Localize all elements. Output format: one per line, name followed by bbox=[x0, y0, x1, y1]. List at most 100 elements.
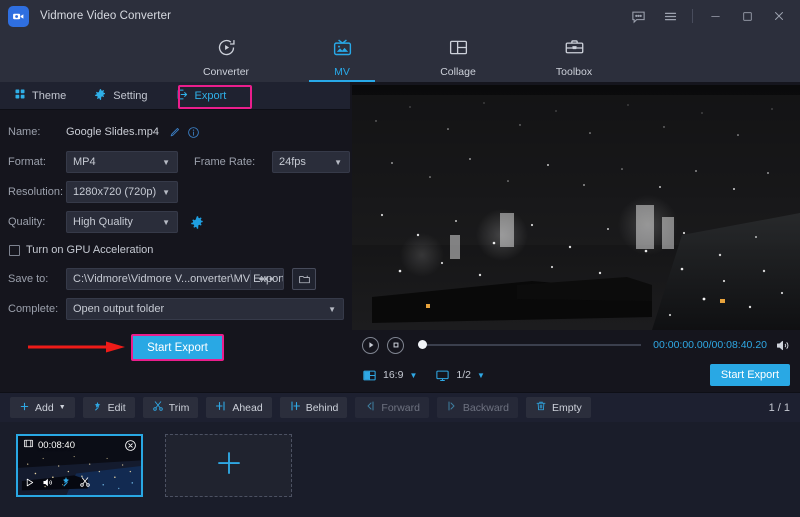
resolution-select[interactable]: 1280x720 (720p) ▼ bbox=[66, 181, 178, 203]
move-backward-icon bbox=[446, 400, 458, 415]
module-mv[interactable]: MV bbox=[303, 32, 381, 82]
player-transport-row: 00:00:00.00/00:08:40.20 bbox=[352, 330, 800, 360]
add-chevron-down-icon[interactable]: ▼ bbox=[59, 404, 66, 411]
timecode-display: 00:00:00.00/00:08:40.20 bbox=[653, 339, 767, 351]
tab-theme[interactable]: Theme bbox=[0, 82, 80, 110]
screen-chevron-down-icon[interactable]: ▼ bbox=[477, 371, 485, 380]
name-row: Name: Google Slides.mp4 bbox=[0, 119, 350, 145]
scissors-icon[interactable] bbox=[79, 475, 91, 493]
magic-wand-icon[interactable] bbox=[60, 475, 72, 493]
magic-wand-icon bbox=[92, 401, 103, 415]
module-collage[interactable]: Collage bbox=[419, 32, 497, 82]
maximize-icon[interactable] bbox=[732, 0, 762, 32]
saveto-input[interactable]: C:\Vidmore\Vidmore V...onverter\MV Expor… bbox=[66, 268, 284, 290]
stop-icon[interactable] bbox=[387, 337, 404, 354]
hamburger-menu-icon[interactable] bbox=[655, 0, 685, 32]
start-export-button-right[interactable]: Start Export bbox=[710, 364, 790, 386]
theme-grid-icon bbox=[14, 88, 26, 103]
tab-export[interactable]: Export bbox=[162, 82, 241, 110]
aspect-ratio-icon[interactable] bbox=[362, 368, 377, 383]
window-controls bbox=[623, 0, 794, 32]
framerate-select[interactable]: 24fps ▼ bbox=[272, 151, 350, 173]
toolbar-forward-label: Forward bbox=[381, 402, 420, 414]
minimize-icon[interactable] bbox=[700, 0, 730, 32]
framerate-label: Frame Rate: bbox=[194, 156, 272, 168]
module-toolbox-label: Toolbox bbox=[556, 66, 592, 78]
quality-select[interactable]: High Quality ▼ bbox=[66, 211, 178, 233]
gpu-acceleration-row[interactable]: Turn on GPU Acceleration bbox=[0, 239, 350, 261]
toolbar-behind-button[interactable]: Behind bbox=[280, 397, 348, 418]
folder-open-icon[interactable] bbox=[292, 268, 316, 290]
red-arrow-annotation bbox=[28, 340, 128, 354]
plus-icon bbox=[214, 448, 244, 483]
feedback-bubble-icon[interactable] bbox=[623, 0, 653, 32]
plus-icon bbox=[19, 401, 30, 415]
volume-icon[interactable] bbox=[42, 475, 53, 493]
progress-knob[interactable] bbox=[418, 340, 427, 349]
saveto-row: Save to: C:\Vidmore\Vidmore V...onverter… bbox=[0, 266, 350, 292]
toolbar-edit-button[interactable]: Edit bbox=[83, 397, 135, 418]
name-value: Google Slides.mp4 bbox=[66, 126, 159, 138]
browse-dots-button[interactable]: ••• bbox=[250, 270, 282, 288]
toolbar-ahead-label: Ahead bbox=[232, 402, 262, 414]
close-icon[interactable] bbox=[764, 0, 794, 32]
progress-slider[interactable] bbox=[418, 344, 641, 346]
format-value: MP4 bbox=[73, 156, 96, 168]
complete-label: Complete: bbox=[8, 303, 66, 315]
gpu-acceleration-checkbox[interactable] bbox=[9, 245, 20, 256]
clip-actions bbox=[18, 475, 97, 493]
format-row: Format: MP4 ▼ Frame Rate: 24fps ▼ bbox=[0, 149, 350, 175]
toolbar-backward-label: Backward bbox=[463, 402, 509, 414]
play-icon[interactable] bbox=[362, 337, 379, 354]
toolbar-forward-button[interactable]: Forward bbox=[355, 397, 429, 418]
saveto-label: Save to: bbox=[8, 273, 66, 285]
framerate-value: 24fps bbox=[279, 156, 306, 168]
timeline-clip[interactable]: 00:08:40 bbox=[16, 434, 143, 497]
settings-gear-icon[interactable] bbox=[190, 215, 205, 230]
toolbar-empty-button[interactable]: Empty bbox=[526, 397, 591, 418]
window-controls-divider bbox=[692, 9, 693, 23]
module-mv-label: MV bbox=[334, 66, 350, 78]
play-triangle-icon[interactable] bbox=[24, 475, 35, 493]
page-indicator: 1 / 1 bbox=[769, 402, 790, 414]
preview-frame bbox=[352, 85, 800, 330]
film-strip-icon bbox=[23, 436, 34, 454]
toolbar-add-button[interactable]: Add ▼ bbox=[10, 397, 75, 418]
module-converter-label: Converter bbox=[203, 66, 249, 78]
app-title: Vidmore Video Converter bbox=[40, 10, 171, 22]
close-circle-icon[interactable] bbox=[124, 439, 137, 457]
module-converter[interactable]: Converter bbox=[187, 32, 265, 82]
format-select[interactable]: MP4 ▼ bbox=[66, 151, 178, 173]
toolbar-trim-button[interactable]: Trim bbox=[143, 397, 199, 418]
pencil-edit-icon[interactable] bbox=[168, 126, 181, 139]
format-label: Format: bbox=[8, 156, 66, 168]
gpu-acceleration-label: Turn on GPU Acceleration bbox=[26, 244, 153, 256]
screen-icon[interactable] bbox=[435, 368, 450, 383]
module-toolbox[interactable]: Toolbox bbox=[535, 32, 613, 82]
resolution-value: 1280x720 (720p) bbox=[73, 186, 156, 198]
clip-header: 00:08:40 bbox=[18, 436, 141, 454]
video-preview[interactable] bbox=[352, 85, 800, 330]
insert-behind-icon bbox=[289, 400, 301, 415]
chevron-down-icon: ▼ bbox=[334, 158, 342, 167]
toolbar-ahead-button[interactable]: Ahead bbox=[206, 397, 271, 418]
volume-icon[interactable] bbox=[775, 338, 790, 353]
tab-theme-label: Theme bbox=[32, 90, 66, 102]
module-collage-label: Collage bbox=[440, 66, 476, 78]
aspect-chevron-down-icon[interactable]: ▼ bbox=[409, 371, 417, 380]
sub-tab-bar: Theme Setting Export bbox=[0, 82, 350, 110]
start-export-right-label: Start Export bbox=[721, 369, 779, 381]
add-media-slot[interactable] bbox=[165, 434, 292, 497]
quality-row: Quality: High Quality ▼ bbox=[0, 209, 350, 235]
tab-export-label: Export bbox=[195, 90, 227, 102]
move-forward-icon bbox=[364, 400, 376, 415]
start-export-button-left[interactable]: Start Export bbox=[131, 334, 224, 361]
video-camera-icon bbox=[12, 10, 25, 23]
chevron-down-icon: ▼ bbox=[162, 188, 170, 197]
info-circle-icon[interactable] bbox=[187, 126, 200, 139]
player-control-bar: 00:00:00.00/00:08:40.20 16:9 ▼ 1/2 ▼ Sta… bbox=[352, 330, 800, 392]
toolbar-backward-button[interactable]: Backward bbox=[437, 397, 518, 418]
tab-setting[interactable]: Setting bbox=[80, 82, 161, 110]
complete-select[interactable]: Open output folder ▼ bbox=[66, 298, 344, 320]
quality-label: Quality: bbox=[8, 216, 66, 228]
